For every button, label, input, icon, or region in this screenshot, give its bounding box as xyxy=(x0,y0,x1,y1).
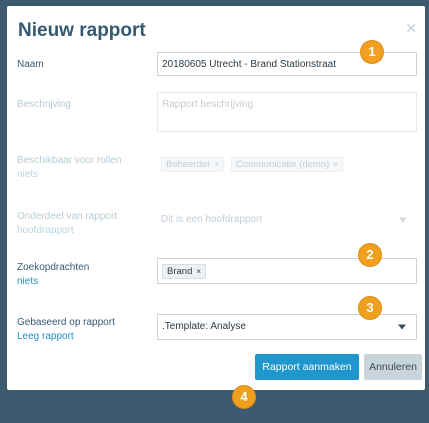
zoekopdracht-tag: Brand × xyxy=(162,264,207,279)
zoekopdrachten-label: Zoekopdrachten niets xyxy=(17,261,89,289)
naam-row: Naam 20180605 Utrecht - Brand Stationstr… xyxy=(17,52,417,78)
gebaseerd-select[interactable]: .Template: Analyse xyxy=(157,314,417,340)
naam-label: Naam xyxy=(17,59,44,70)
annotation-badge-1: 1 xyxy=(361,41,383,63)
onderdeel-label-text: Onderdeel van rapport xyxy=(17,211,118,222)
onderdeel-row: Onderdeel van rapport hoofdrapport Dit i… xyxy=(17,206,417,242)
rollen-label: Beschikbaar voor rollen niets xyxy=(17,154,122,182)
close-icon[interactable]: ✕ xyxy=(405,20,417,37)
chevron-down-icon xyxy=(399,217,407,223)
onderdeel-select[interactable]: Dit is een hoofdrapport xyxy=(157,208,417,232)
zoekopdrachten-label-text: Zoekopdrachten xyxy=(17,262,90,273)
gebaseerd-link[interactable]: Leeg rapport xyxy=(17,330,115,344)
dialog-title: Nieuw rapport xyxy=(18,20,146,41)
rollen-link[interactable]: niets xyxy=(17,168,122,182)
beschrijving-placeholder: Rapport beschrijving xyxy=(162,99,254,110)
rollen-tag: Communicatie (demo) × xyxy=(230,157,343,172)
annotation-badge-2: 2 xyxy=(359,244,381,266)
remove-tag-icon[interactable]: × xyxy=(196,267,201,276)
zoekopdrachten-link[interactable]: niets xyxy=(17,275,89,289)
gebaseerd-label: Gebaseerd op rapport Leeg rapport xyxy=(17,316,115,344)
onderdeel-label: Onderdeel van rapport hoofdrapport xyxy=(17,210,117,238)
create-report-button[interactable]: Rapport aanmaken xyxy=(255,354,359,380)
new-report-dialog: Nieuw rapport ✕ Naam 20180605 Utrecht - … xyxy=(7,6,425,390)
gebaseerd-row: Gebaseerd op rapport Leeg rapport .Templ… xyxy=(17,312,417,348)
beschrijving-textarea[interactable]: Rapport beschrijving xyxy=(157,92,417,132)
rollen-select[interactable]: Beheerder × Communicatie (demo) × xyxy=(157,152,417,176)
rollen-label-text: Beschikbaar voor rollen xyxy=(17,155,122,166)
annotation-badge-3: 3 xyxy=(359,297,381,319)
zoekopdrachten-row: Zoekopdrachten niets Brand × xyxy=(17,257,417,293)
chevron-down-icon xyxy=(398,324,406,330)
onderdeel-placeholder: Dit is een hoofdrapport xyxy=(161,214,263,225)
annotation-badge-4: 4 xyxy=(233,386,255,408)
naam-value: 20180605 Utrecht - Brand Stationstraat xyxy=(162,59,336,70)
cancel-button[interactable]: Annuleren xyxy=(364,354,422,380)
beschrijving-row: Beschrijving Rapport beschrijving xyxy=(17,92,417,134)
gebaseerd-value: .Template: Analyse xyxy=(162,321,246,332)
rollen-tag: Beheerder × xyxy=(161,157,225,172)
onderdeel-link[interactable]: hoofdrapport xyxy=(17,224,117,238)
gebaseerd-label-text: Gebaseerd op rapport xyxy=(17,317,115,328)
rollen-row: Beschikbaar voor rollen niets Beheerder ×… xyxy=(17,150,417,186)
beschrijving-label: Beschrijving xyxy=(17,99,71,110)
